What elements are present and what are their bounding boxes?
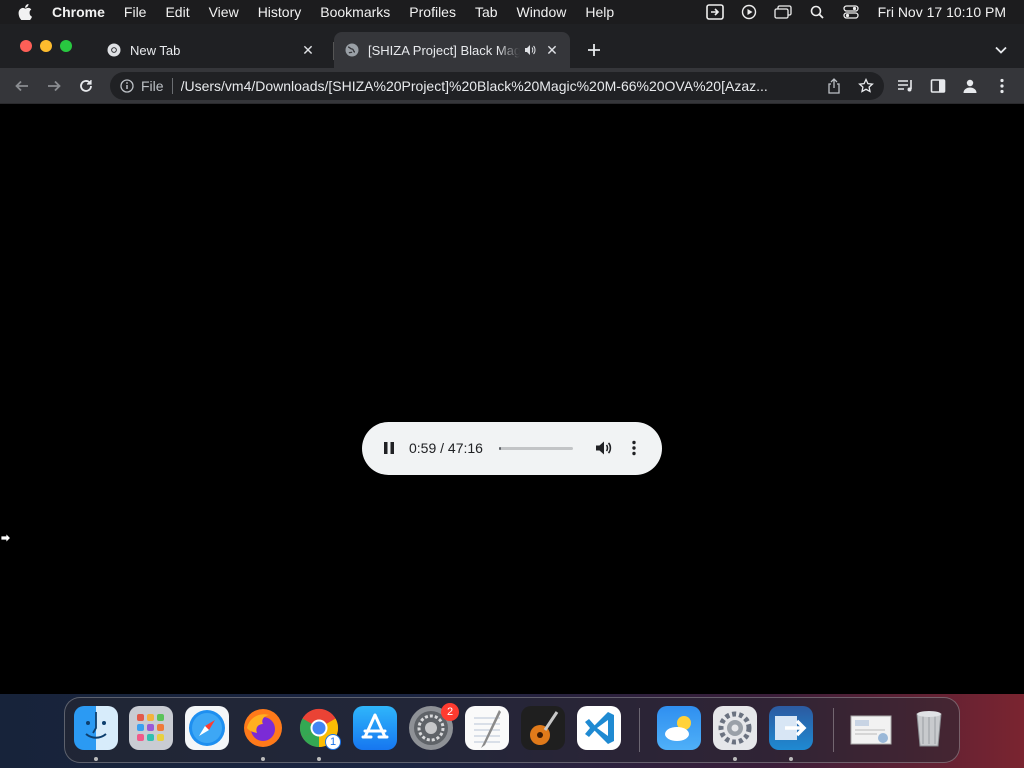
running-indicator bbox=[789, 757, 793, 761]
browser-toolbar: File /Users/vm4/Downloads/[SHIZA%20Proje… bbox=[0, 68, 1024, 104]
tab-title: New Tab bbox=[130, 42, 181, 58]
tab-search-chevron-icon[interactable] bbox=[992, 41, 1010, 59]
weather-icon[interactable] bbox=[657, 706, 701, 750]
globe-icon bbox=[344, 42, 360, 58]
window-controls bbox=[20, 40, 72, 52]
close-tab-icon[interactable]: ✕ bbox=[300, 42, 316, 58]
tab-active-video[interactable]: [SHIZA Project] Black Magic M-66 OVA [Az… bbox=[334, 32, 570, 68]
textedit-icon[interactable] bbox=[465, 706, 509, 750]
spotlight-search-icon[interactable] bbox=[808, 4, 826, 20]
running-indicator bbox=[261, 757, 265, 761]
seek-slider[interactable] bbox=[499, 447, 573, 450]
menu-app-name[interactable]: Chrome bbox=[52, 4, 105, 20]
running-indicator bbox=[733, 757, 737, 761]
dock: 1 2 bbox=[64, 697, 960, 763]
profile-avatar-icon[interactable] bbox=[958, 74, 982, 98]
back-button[interactable] bbox=[10, 74, 34, 98]
menu-bookmarks[interactable]: Bookmarks bbox=[320, 4, 390, 20]
vscode-icon[interactable] bbox=[577, 706, 621, 750]
volume-button[interactable] bbox=[595, 438, 613, 458]
finder-icon[interactable] bbox=[74, 706, 118, 750]
mouse-cursor-icon bbox=[0, 531, 12, 544]
chrome-menu-icon[interactable] bbox=[990, 74, 1014, 98]
chrome-download-badge: 1 bbox=[325, 734, 341, 750]
settings-icon[interactable] bbox=[713, 706, 757, 750]
side-panel-icon[interactable] bbox=[926, 74, 950, 98]
screen-share-icon[interactable] bbox=[705, 4, 724, 20]
omnibox-divider bbox=[171, 78, 173, 94]
menu-window[interactable]: Window bbox=[517, 4, 567, 20]
forward-button[interactable] bbox=[42, 74, 66, 98]
chrome-icon bbox=[106, 42, 122, 58]
bookmark-star-icon[interactable] bbox=[858, 78, 874, 94]
menu-view[interactable]: View bbox=[209, 4, 239, 20]
play-circle-icon[interactable] bbox=[740, 4, 758, 20]
fullscreen-window-button[interactable] bbox=[60, 40, 72, 52]
url-text[interactable]: /Users/vm4/Downloads/[SHIZA%20Project]%2… bbox=[181, 78, 811, 94]
firefox-icon[interactable] bbox=[241, 706, 285, 750]
site-info-icon[interactable] bbox=[119, 78, 135, 94]
tab-strip: New Tab ✕ [SHIZA Project] Black Magic M-… bbox=[0, 24, 1024, 68]
more-options-icon[interactable] bbox=[628, 438, 640, 458]
tab-new-tab[interactable]: New Tab ✕ bbox=[96, 32, 332, 68]
system-preferences-badge: 2 bbox=[441, 703, 459, 721]
media-controls-icon[interactable] bbox=[894, 74, 918, 98]
menu-help[interactable]: Help bbox=[585, 4, 614, 20]
media-time-display: 0:59 / 47:16 bbox=[409, 440, 483, 456]
running-indicator bbox=[317, 757, 321, 761]
address-bar[interactable]: File /Users/vm4/Downloads/[SHIZA%20Proje… bbox=[110, 72, 884, 100]
menu-file[interactable]: File bbox=[124, 4, 147, 20]
dock-separator bbox=[833, 708, 834, 752]
menu-profiles[interactable]: Profiles bbox=[409, 4, 456, 20]
close-window-button[interactable] bbox=[20, 40, 32, 52]
audio-playing-icon[interactable] bbox=[524, 43, 538, 57]
menu-history[interactable]: History bbox=[258, 4, 302, 20]
tab-title: [SHIZA Project] Black Magic M-66 OVA [Az… bbox=[368, 42, 520, 58]
menu-edit[interactable]: Edit bbox=[165, 4, 189, 20]
minimize-window-button[interactable] bbox=[40, 40, 52, 52]
new-tab-button[interactable] bbox=[584, 40, 604, 60]
migration-icon[interactable] bbox=[769, 706, 813, 750]
app-store-icon[interactable] bbox=[353, 706, 397, 750]
windows-icon[interactable] bbox=[773, 4, 792, 20]
seek-progress bbox=[499, 447, 501, 450]
safari-icon[interactable] bbox=[185, 706, 229, 750]
trash-icon[interactable] bbox=[907, 706, 951, 750]
share-icon[interactable] bbox=[826, 78, 842, 94]
running-indicator bbox=[94, 757, 98, 761]
menu-tab[interactable]: Tab bbox=[475, 4, 498, 20]
apple-icon[interactable] bbox=[18, 4, 36, 20]
menu-bar-clock[interactable]: Fri Nov 17 10:10 PM bbox=[878, 4, 1006, 20]
preview-icon[interactable] bbox=[849, 706, 893, 750]
dock-separator bbox=[639, 708, 640, 752]
garageband-icon[interactable] bbox=[521, 706, 565, 750]
pause-button[interactable] bbox=[380, 439, 398, 457]
media-player: 0:59 / 47:16 bbox=[362, 422, 662, 475]
url-scheme-label: File bbox=[141, 78, 164, 94]
reload-button[interactable] bbox=[74, 74, 98, 98]
control-center-icon[interactable] bbox=[842, 4, 860, 20]
close-tab-icon[interactable]: ✕ bbox=[544, 42, 560, 58]
menu-bar: Chrome File Edit View History Bookmarks … bbox=[0, 0, 1024, 24]
launchpad-icon[interactable] bbox=[129, 706, 173, 750]
